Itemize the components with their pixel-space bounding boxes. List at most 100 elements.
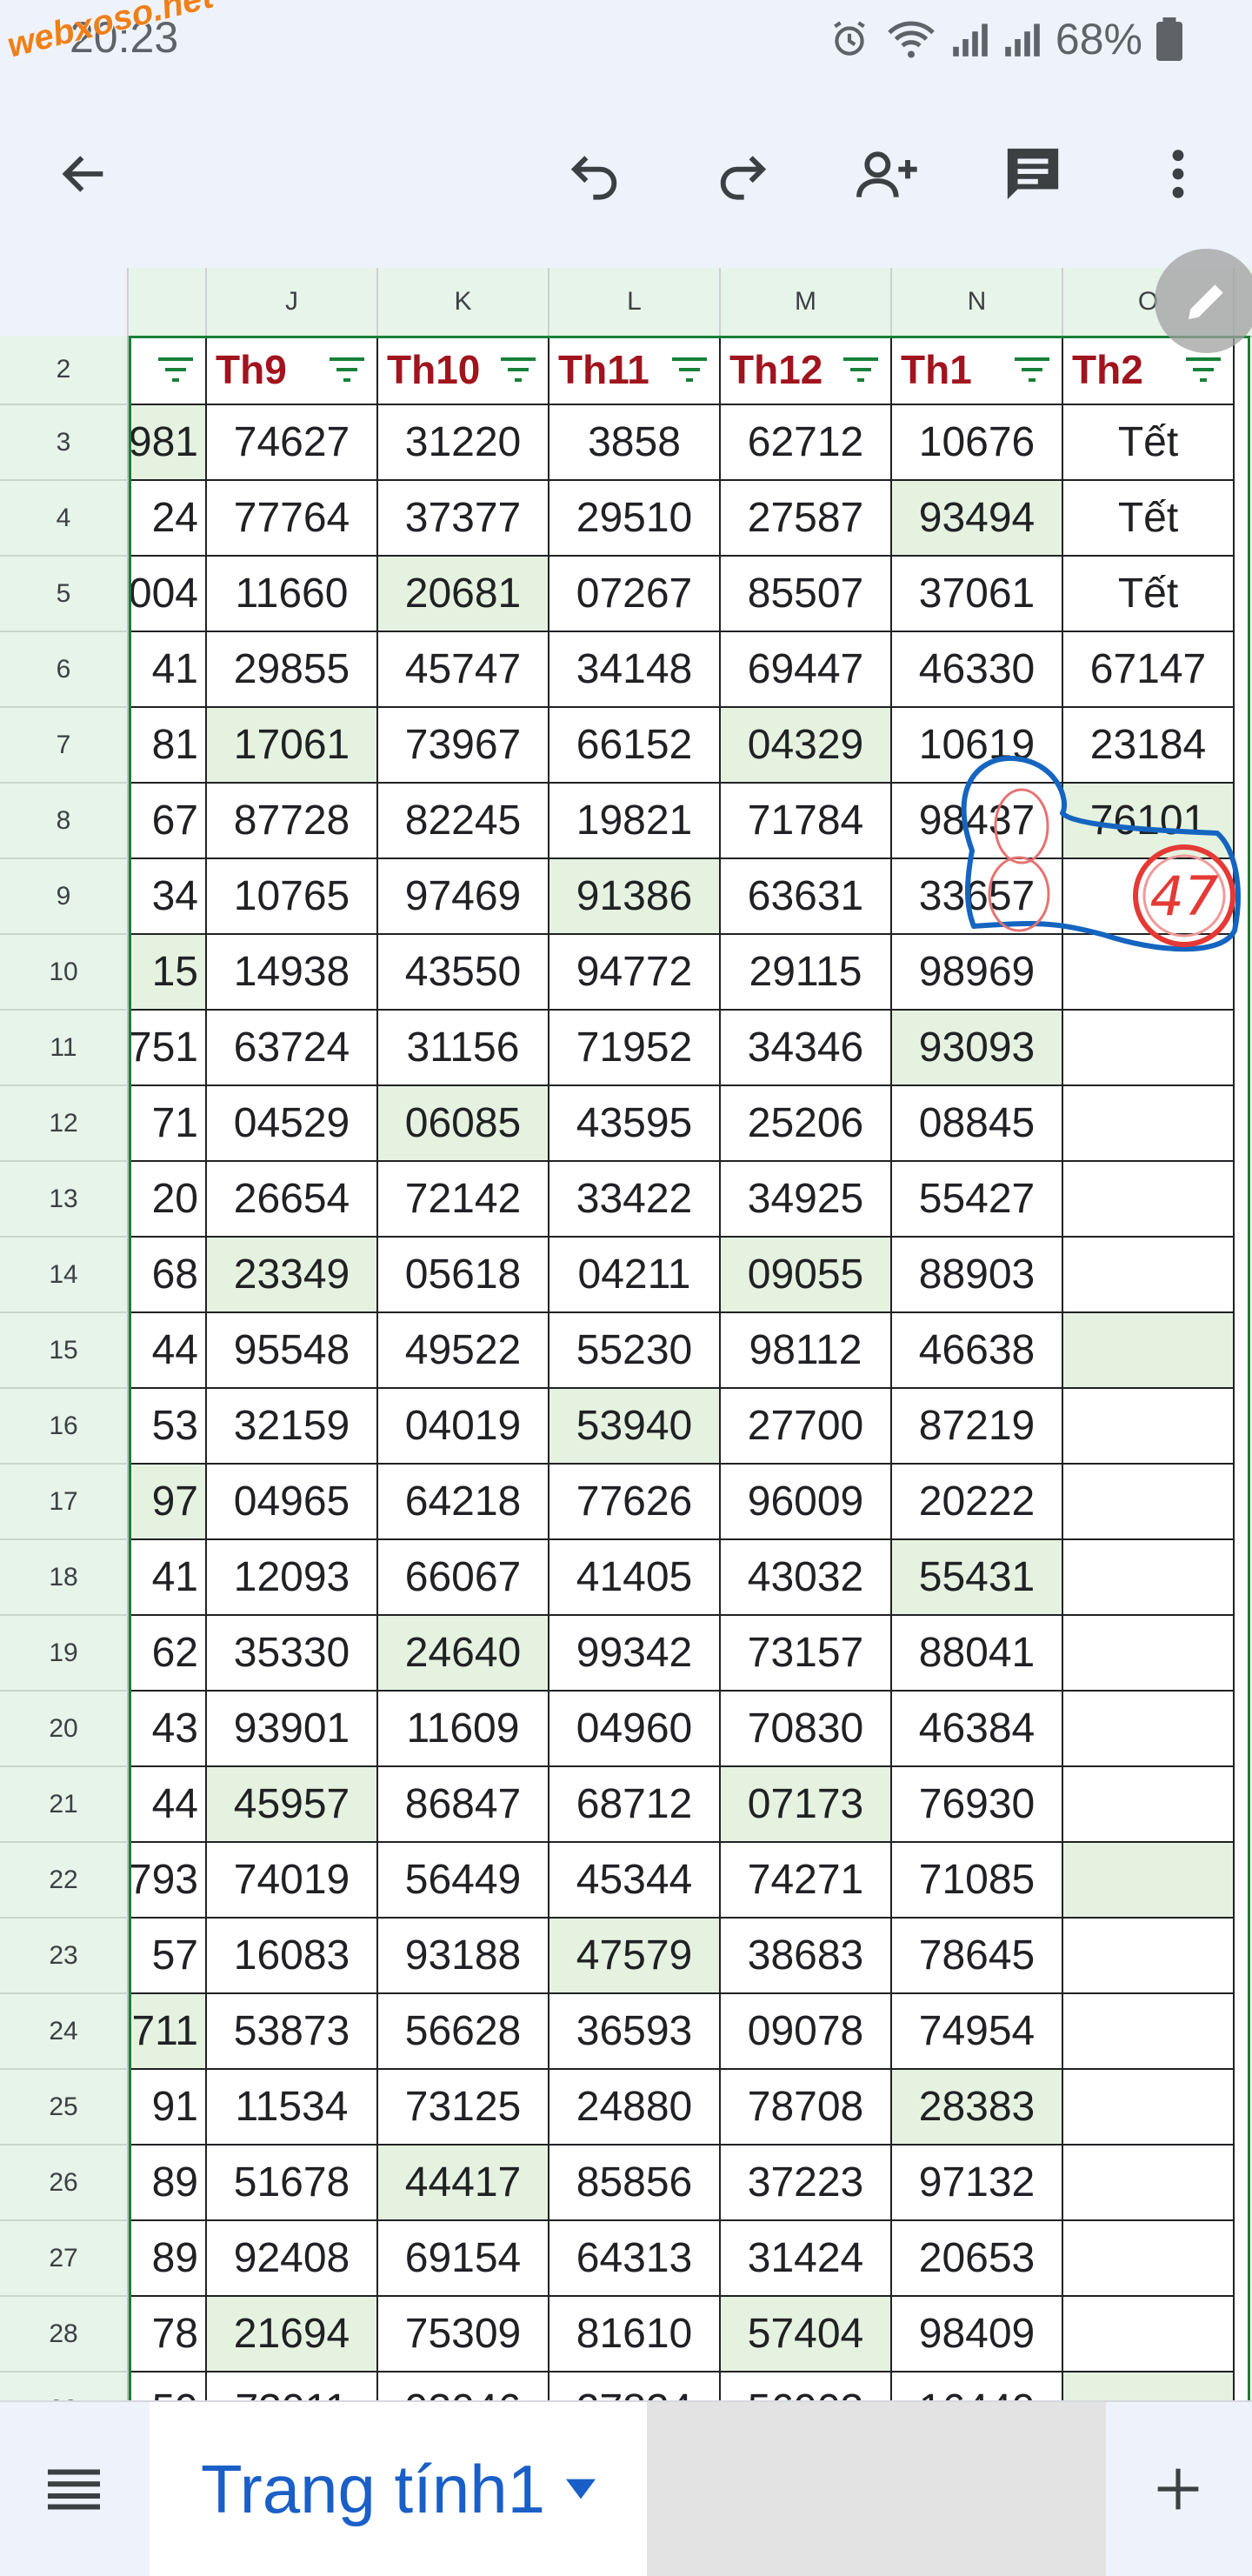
filter-icon[interactable] xyxy=(330,355,364,384)
data-cell[interactable]: 73125 xyxy=(378,2070,549,2146)
column-header-N[interactable]: N xyxy=(892,268,1063,336)
data-cell[interactable]: 71 xyxy=(129,1086,207,1162)
data-cell[interactable]: 24640 xyxy=(378,1616,549,1692)
data-cell[interactable]: 99342 xyxy=(549,1616,721,1692)
data-cell[interactable]: 69154 xyxy=(378,2221,549,2297)
data-cell[interactable]: 34925 xyxy=(721,1162,892,1238)
data-cell[interactable]: 25206 xyxy=(721,1086,892,1162)
data-cell[interactable]: 05618 xyxy=(378,1238,549,1313)
data-cell[interactable] xyxy=(1063,1994,1235,2070)
comment-button[interactable] xyxy=(994,135,1072,213)
data-cell[interactable]: 29855 xyxy=(207,632,378,708)
data-cell[interactable] xyxy=(1063,1843,1235,1919)
row-header[interactable]: 17 xyxy=(0,1465,129,1540)
select-all-corner[interactable] xyxy=(0,268,129,336)
add-sheet-button[interactable] xyxy=(1139,2450,1217,2528)
row-header[interactable]: 26 xyxy=(0,2146,129,2221)
data-cell[interactable]: 78708 xyxy=(721,2070,892,2146)
data-cell[interactable]: 53 xyxy=(129,1389,207,1465)
data-cell[interactable]: 81 xyxy=(129,708,207,784)
data-cell[interactable]: 10765 xyxy=(207,859,378,935)
data-cell[interactable]: 43550 xyxy=(378,935,549,1011)
data-cell[interactable]: 98969 xyxy=(892,935,1063,1011)
data-cell[interactable]: 37377 xyxy=(378,481,549,557)
data-cell[interactable]: 23184 xyxy=(1063,708,1235,784)
data-cell[interactable]: 86847 xyxy=(378,1767,549,1843)
data-cell[interactable]: 91386 xyxy=(549,859,721,935)
header-cell[interactable]: Th1 xyxy=(892,336,1063,405)
data-cell[interactable]: 29115 xyxy=(721,935,892,1011)
data-cell[interactable]: 09055 xyxy=(721,1238,892,1313)
data-cell[interactable] xyxy=(1063,1540,1235,1616)
data-cell[interactable]: 26654 xyxy=(207,1162,378,1238)
data-cell[interactable]: 44417 xyxy=(378,2146,549,2221)
data-cell[interactable]: 04965 xyxy=(207,1465,378,1540)
data-cell[interactable]: 49522 xyxy=(378,1313,549,1389)
data-cell[interactable]: 74271 xyxy=(721,1843,892,1919)
data-cell[interactable]: 45344 xyxy=(549,1843,721,1919)
row-header[interactable]: 7 xyxy=(0,708,129,784)
filter-icon[interactable] xyxy=(1015,355,1049,384)
data-cell[interactable]: 92408 xyxy=(207,2221,378,2297)
data-cell[interactable]: 98437 xyxy=(892,784,1063,859)
data-cell[interactable]: 56449 xyxy=(378,1843,549,1919)
data-cell[interactable]: 46638 xyxy=(892,1313,1063,1389)
data-cell[interactable]: 20222 xyxy=(892,1465,1063,1540)
data-cell[interactable] xyxy=(1063,1692,1235,1767)
data-cell[interactable]: 93093 xyxy=(892,1011,1063,1086)
data-cell[interactable]: 04529 xyxy=(207,1086,378,1162)
data-cell[interactable]: 96009 xyxy=(721,1465,892,1540)
data-cell[interactable]: 35330 xyxy=(207,1616,378,1692)
all-sheets-button[interactable] xyxy=(35,2450,113,2528)
data-cell[interactable]: 87219 xyxy=(892,1389,1063,1465)
data-cell[interactable] xyxy=(1063,935,1235,1011)
header-cell[interactable] xyxy=(129,336,207,405)
data-cell[interactable]: 36593 xyxy=(549,1994,721,2070)
row-header[interactable]: 29 xyxy=(0,2372,129,2400)
data-cell[interactable]: 51678 xyxy=(207,2146,378,2221)
data-cell[interactable]: 44 xyxy=(129,1313,207,1389)
data-cell[interactable]: 37223 xyxy=(721,2146,892,2221)
data-cell[interactable]: 74627 xyxy=(207,405,378,481)
row-header[interactable]: 23 xyxy=(0,1919,129,1994)
data-cell[interactable]: 04960 xyxy=(549,1692,721,1767)
data-cell[interactable]: 73157 xyxy=(721,1616,892,1692)
edit-fab[interactable] xyxy=(1155,249,1252,353)
data-cell[interactable]: 78645 xyxy=(892,1919,1063,1994)
data-cell[interactable]: 73967 xyxy=(378,708,549,784)
row-header[interactable]: 9 xyxy=(0,859,129,935)
data-cell[interactable] xyxy=(1063,1389,1235,1465)
data-cell[interactable]: 31424 xyxy=(721,2221,892,2297)
data-cell[interactable] xyxy=(1063,2070,1235,2146)
row-header[interactable]: 10 xyxy=(0,935,129,1011)
data-cell[interactable]: 62712 xyxy=(721,405,892,481)
data-cell[interactable]: 07267 xyxy=(549,557,721,632)
filter-icon[interactable] xyxy=(843,355,878,384)
data-cell[interactable]: 751 xyxy=(129,1011,207,1086)
add-person-button[interactable] xyxy=(848,135,926,213)
data-cell[interactable]: 89 xyxy=(129,2221,207,2297)
data-cell[interactable]: 04211 xyxy=(549,1238,721,1313)
data-cell[interactable]: 45747 xyxy=(378,632,549,708)
data-cell[interactable]: 23349 xyxy=(207,1238,378,1313)
row-header[interactable]: 21 xyxy=(0,1767,129,1843)
data-cell[interactable]: 56903 xyxy=(721,2372,892,2400)
header-cell[interactable]: Th11 xyxy=(549,336,721,405)
data-cell[interactable]: 57 xyxy=(129,1919,207,1994)
data-cell[interactable]: 98409 xyxy=(892,2297,1063,2372)
row-header[interactable]: 2 xyxy=(0,336,129,405)
row-header[interactable]: 24 xyxy=(0,1994,129,2070)
data-cell[interactable]: 94772 xyxy=(549,935,721,1011)
row-header[interactable]: 22 xyxy=(0,1843,129,1919)
data-cell[interactable]: 29510 xyxy=(549,481,721,557)
more-options-button[interactable] xyxy=(1139,135,1217,213)
data-cell[interactable]: 55230 xyxy=(549,1313,721,1389)
data-cell[interactable]: 07173 xyxy=(721,1767,892,1843)
row-header[interactable]: 8 xyxy=(0,784,129,859)
data-cell[interactable]: 43032 xyxy=(721,1540,892,1616)
data-cell[interactable] xyxy=(1063,859,1235,935)
data-cell[interactable] xyxy=(1063,1086,1235,1162)
filter-icon[interactable] xyxy=(1186,355,1221,384)
data-cell[interactable]: 17061 xyxy=(207,708,378,784)
header-cell[interactable]: Th10 xyxy=(378,336,549,405)
